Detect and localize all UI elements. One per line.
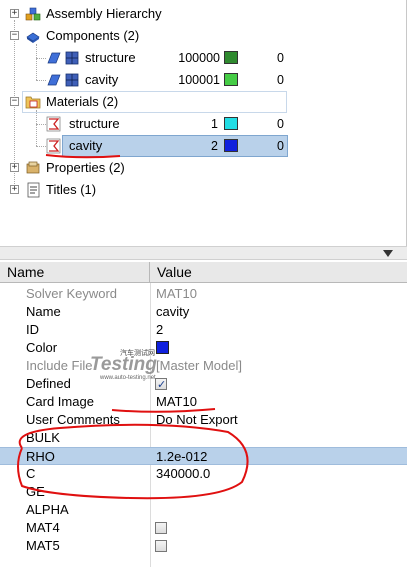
row-mat5[interactable]: MAT5 [0, 537, 407, 555]
column-header-value[interactable]: Value [150, 262, 407, 283]
row-mat4[interactable]: MAT4 [0, 519, 407, 537]
tree-row-titles[interactable]: + Titles (1) [0, 179, 407, 201]
row-id[interactable]: ID 2 [0, 321, 407, 339]
prop-name: Color [26, 340, 58, 355]
panel-splitter[interactable] [0, 246, 407, 260]
tree-label: structure [85, 50, 136, 65]
dropdown-arrow-icon[interactable] [383, 250, 393, 257]
row-c[interactable]: C 340000.0 [0, 465, 407, 483]
prop-name: RHO [26, 449, 55, 464]
component-id: 100000 [178, 51, 220, 65]
expand-icon[interactable]: + [10, 163, 19, 172]
mesh-icon[interactable] [64, 72, 80, 88]
row-defined[interactable]: Defined [0, 375, 407, 394]
components-icon [26, 32, 40, 43]
material-id: 2 [211, 139, 218, 153]
properties-icon [26, 161, 40, 174]
prop-name: Defined [26, 376, 71, 391]
prop-name: Card Image [26, 394, 94, 409]
collapse-icon[interactable]: − [10, 97, 19, 106]
row-card-image[interactable]: Card Image MAT10 [0, 393, 407, 411]
tree-row-component-cavity[interactable]: cavity 100001 0 [0, 69, 407, 91]
tree-row-assembly[interactable]: + Assembly Hierarchy [0, 3, 407, 25]
element-count: 0 [277, 117, 284, 131]
element-count: 0 [277, 73, 284, 87]
prop-value: MAT10 [156, 286, 197, 301]
tree-label: structure [69, 116, 120, 131]
tree-row-component-structure[interactable]: structure 100000 0 [0, 47, 407, 69]
row-include-file[interactable]: Include File [Master Model] [0, 357, 407, 375]
row-ge[interactable]: GE [0, 483, 407, 501]
prop-name: GE [26, 484, 45, 499]
prop-name: MAT5 [26, 538, 60, 553]
prop-value[interactable]: 2 [156, 321, 163, 339]
column-header-name[interactable]: Name [0, 262, 150, 283]
tree-label: Titles (1) [46, 182, 97, 197]
component-visibility-icon[interactable] [46, 72, 62, 88]
prop-value[interactable]: 340000.0 [156, 465, 210, 483]
prop-name: Name [26, 304, 61, 319]
tree-label: cavity [69, 138, 103, 153]
color-swatch[interactable] [224, 73, 238, 86]
tree-row-material-structure[interactable]: structure 1 0 [0, 113, 407, 135]
element-count: 0 [277, 139, 284, 153]
prop-value[interactable]: 1.2e-012 [156, 448, 207, 466]
row-name[interactable]: Name cavity [0, 303, 407, 321]
model-browser-tree: + Assembly Hierarchy − Components (2) st… [0, 0, 407, 246]
prop-value[interactable]: Do Not Export [156, 411, 238, 429]
tree-row-components[interactable]: − Components (2) [0, 25, 407, 47]
mesh-icon[interactable] [64, 50, 80, 66]
color-swatch[interactable] [224, 139, 238, 152]
tree-label: Components (2) [46, 28, 140, 43]
tree-row-material-cavity[interactable]: cavity 2 0 [0, 135, 407, 157]
titles-icon [27, 182, 40, 198]
color-swatch[interactable] [156, 341, 169, 354]
prop-name: MAT4 [26, 520, 60, 535]
row-alpha[interactable]: ALPHA [0, 501, 407, 519]
expand-icon[interactable]: + [10, 9, 19, 18]
tree-label: Assembly Hierarchy [46, 6, 162, 21]
prop-name: User Comments [26, 412, 120, 427]
prop-value[interactable]: MAT10 [156, 393, 197, 411]
tree-label: Properties (2) [46, 160, 125, 175]
color-swatch[interactable] [224, 51, 238, 64]
tree-label: cavity [85, 72, 119, 87]
row-rho[interactable]: RHO 1.2e-012 [0, 447, 407, 465]
expand-icon[interactable]: + [10, 185, 19, 194]
row-user-comments[interactable]: User Comments Do Not Export [0, 411, 407, 429]
assembly-icon [25, 7, 41, 21]
prop-value: [Master Model] [156, 358, 242, 373]
element-count: 0 [277, 51, 284, 65]
material-icon [46, 138, 61, 154]
prop-name: BULK [26, 430, 60, 445]
materials-folder-icon [25, 96, 41, 109]
mat4-checkbox[interactable] [155, 522, 167, 534]
tree-label: Materials (2) [46, 94, 119, 109]
prop-value[interactable]: cavity [156, 303, 189, 321]
material-icon [46, 116, 61, 132]
prop-name: Include File [26, 358, 93, 373]
entity-editor: Name Value Solver Keyword MAT10 Name cav… [0, 262, 407, 567]
component-visibility-icon[interactable] [46, 50, 62, 66]
prop-name: Solver Keyword [26, 286, 118, 301]
prop-name: C [26, 466, 36, 481]
color-swatch[interactable] [224, 117, 238, 130]
row-bulk[interactable]: BULK [0, 429, 407, 447]
component-id: 100001 [178, 73, 220, 87]
prop-name: ID [26, 322, 39, 337]
row-solver-keyword[interactable]: Solver Keyword MAT10 [0, 285, 407, 303]
tree-row-properties[interactable]: + Properties (2) [0, 157, 407, 179]
defined-checkbox[interactable] [155, 376, 167, 394]
tree-row-materials[interactable]: − Materials (2) [0, 91, 407, 113]
prop-name: ALPHA [26, 502, 69, 517]
material-id: 1 [211, 117, 218, 131]
collapse-icon[interactable]: − [10, 31, 19, 40]
mat5-checkbox[interactable] [155, 540, 167, 552]
row-color[interactable]: Color [0, 339, 407, 357]
